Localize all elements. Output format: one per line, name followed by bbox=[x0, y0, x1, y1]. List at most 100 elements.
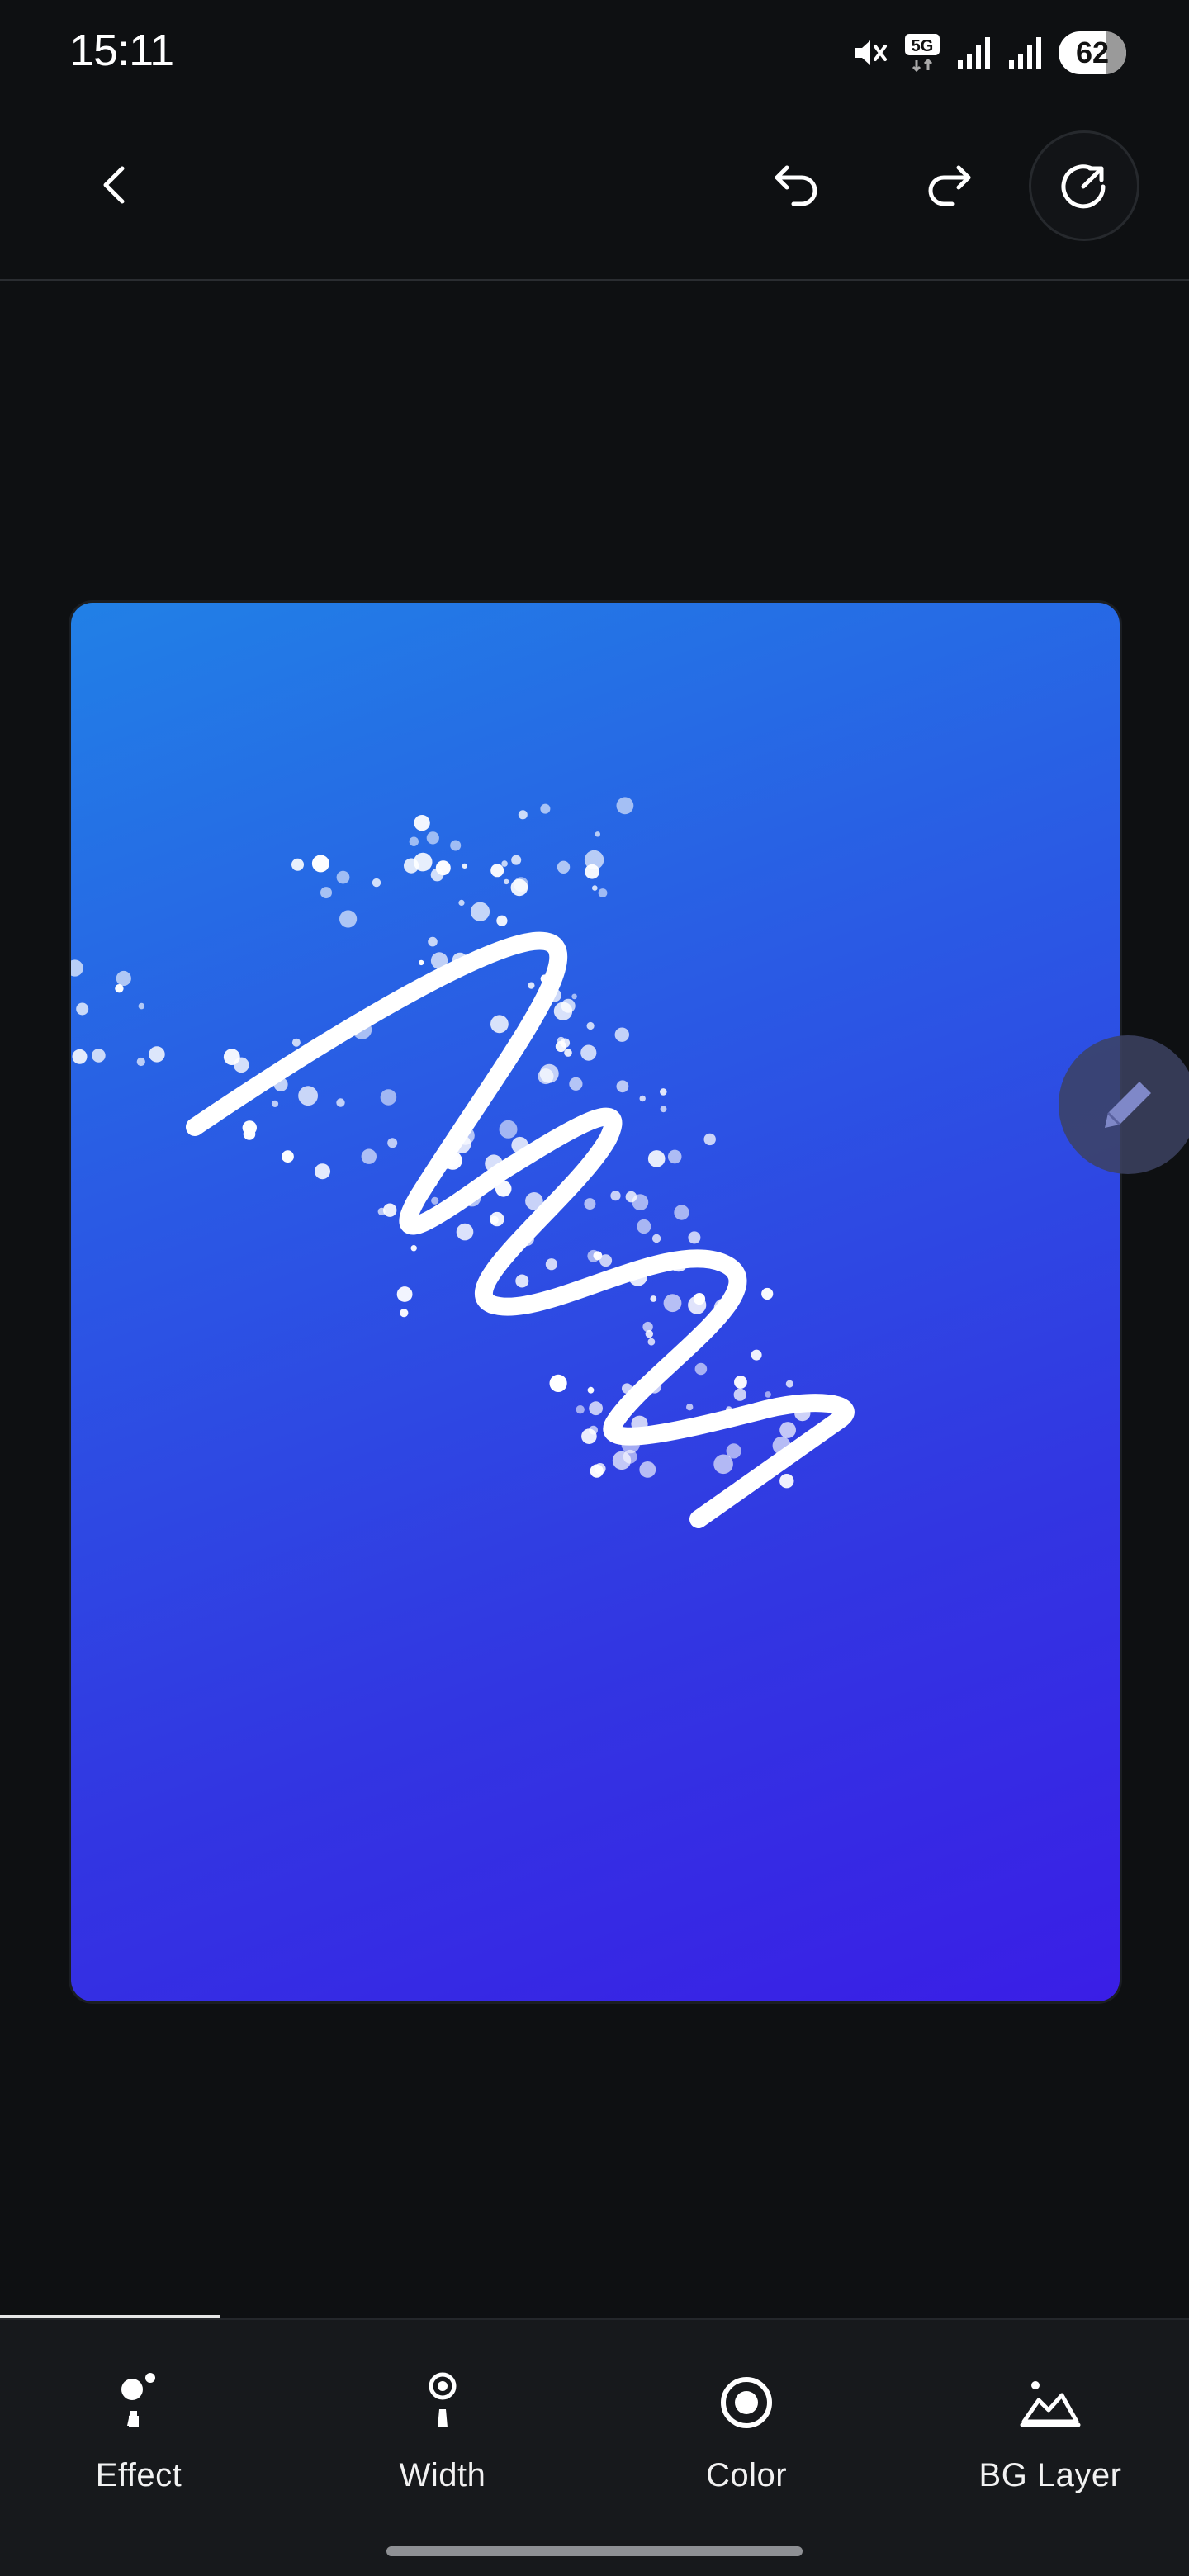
tab-bg-layer[interactable]: BG Layer bbox=[926, 2370, 1174, 2526]
sparkle-particle bbox=[76, 1002, 89, 1016]
tab-color-label: Color bbox=[705, 2457, 788, 2493]
sparkle-particle bbox=[663, 1294, 682, 1313]
sparkle-particle bbox=[298, 1086, 318, 1106]
mute-icon bbox=[850, 34, 888, 72]
sparkle-particle bbox=[470, 902, 490, 921]
sparkle-particle bbox=[651, 1234, 661, 1243]
sparkle-particle bbox=[610, 1191, 621, 1201]
sparkle-particle bbox=[650, 1295, 657, 1302]
sparkle-particle bbox=[686, 1404, 694, 1411]
tab-color[interactable]: Color bbox=[623, 2370, 870, 2526]
redo-button[interactable] bbox=[907, 144, 989, 226]
sparkle-particle bbox=[380, 1089, 397, 1106]
sparkle-particle bbox=[428, 936, 438, 947]
status-time: 15:11 bbox=[69, 26, 174, 75]
undo-icon bbox=[775, 165, 817, 206]
bg-layer-icon bbox=[1020, 2381, 1081, 2427]
sparkle-particle bbox=[647, 1150, 666, 1167]
sparkle-particle bbox=[528, 982, 535, 989]
sparkle-particle bbox=[431, 1196, 439, 1205]
sparkle-particle bbox=[557, 860, 571, 874]
sparkle-particle bbox=[450, 840, 462, 851]
sparkle-particle bbox=[383, 1203, 397, 1217]
status-bar: 15:11 5G 62 bbox=[0, 0, 1189, 116]
scribble-stroke bbox=[186, 931, 855, 1528]
signal-icon bbox=[1007, 36, 1044, 70]
sparkle-particle bbox=[409, 836, 419, 846]
sparkle-particle bbox=[545, 1258, 558, 1271]
sparkle-particle bbox=[703, 1133, 716, 1146]
sparkle-particle bbox=[514, 877, 528, 893]
sparkle-particle bbox=[504, 878, 509, 885]
redo-icon bbox=[928, 165, 971, 206]
sparkle-particle bbox=[779, 1474, 794, 1489]
sparkle-particle bbox=[149, 1046, 165, 1063]
width-icon bbox=[429, 2372, 457, 2427]
tab-width[interactable]: Width bbox=[319, 2370, 566, 2526]
pencil-icon bbox=[1105, 1082, 1151, 1128]
sparkle-particle bbox=[315, 1163, 330, 1180]
undo-button[interactable] bbox=[756, 144, 839, 226]
drawing-canvas[interactable] bbox=[71, 603, 1120, 2001]
tab-effect[interactable]: Effect bbox=[15, 2370, 263, 2526]
sparkle-particle bbox=[511, 855, 522, 865]
sparkle-particle bbox=[598, 888, 608, 897]
sparkle-particle bbox=[458, 899, 465, 906]
sparkle-particle bbox=[320, 887, 332, 899]
sparkle-particle bbox=[419, 959, 424, 966]
sparkle-particle bbox=[339, 910, 358, 928]
back-icon bbox=[103, 166, 125, 204]
sparkle-particle bbox=[116, 970, 131, 987]
sparkle-particle bbox=[490, 1015, 509, 1034]
sparkle-particle bbox=[584, 1198, 596, 1210]
sparkle-particle bbox=[291, 858, 304, 871]
sparkle-particle bbox=[136, 1057, 145, 1067]
back-button[interactable] bbox=[74, 144, 157, 226]
sparkle-particle bbox=[569, 1077, 583, 1091]
sparkle-particle bbox=[501, 860, 508, 867]
export-icon bbox=[1061, 164, 1106, 209]
sparkle-particles bbox=[71, 797, 811, 1489]
sparkle-particle bbox=[726, 1443, 741, 1459]
sparkle-particle bbox=[410, 1245, 417, 1252]
sparkle-particle bbox=[515, 1274, 529, 1288]
sparkle-particle bbox=[71, 959, 83, 977]
sparkle-particle bbox=[647, 1338, 656, 1346]
sparkle-particle bbox=[413, 852, 433, 872]
color-icon bbox=[721, 2377, 772, 2428]
sparkle-particle bbox=[779, 1422, 796, 1438]
sparkle-particle bbox=[490, 1211, 504, 1227]
sparkle-particle bbox=[336, 870, 350, 884]
sparkle-particle bbox=[616, 797, 634, 815]
sparkle-particle bbox=[499, 1120, 518, 1139]
sparkle-particle bbox=[538, 1068, 554, 1085]
sparkle-particle bbox=[751, 1349, 762, 1361]
sparkle-particle bbox=[616, 1080, 629, 1093]
sparkle-particle bbox=[592, 885, 598, 891]
sparkle-particle bbox=[518, 810, 528, 820]
sparkle-particle bbox=[72, 1049, 88, 1064]
sparkle-particle bbox=[590, 1464, 604, 1478]
bottom-tab-bar: Effect Width Color BG Layer bbox=[0, 2315, 1189, 2576]
sparkle-particle bbox=[115, 984, 124, 993]
sparkle-particle bbox=[674, 1205, 689, 1220]
sparkle-particle bbox=[587, 1386, 594, 1394]
5g-icon: 5G bbox=[903, 32, 941, 73]
sparkle-particle bbox=[584, 850, 604, 870]
tab-bg-layer-label: BG Layer bbox=[978, 2457, 1122, 2493]
sparkle-particle bbox=[282, 1150, 294, 1163]
sparkle-particle bbox=[660, 1088, 667, 1096]
sparkle-particle bbox=[336, 1098, 345, 1107]
pencil-tool-button[interactable] bbox=[1059, 1035, 1189, 1174]
status-icons: 5G 62 bbox=[850, 31, 1126, 74]
export-button[interactable] bbox=[1029, 130, 1139, 241]
battery-icon: 62 bbox=[1059, 31, 1126, 74]
canvas-artwork bbox=[71, 797, 855, 1528]
sparkle-particle bbox=[540, 803, 551, 814]
sparkle-particle bbox=[234, 1057, 249, 1073]
home-indicator[interactable] bbox=[386, 2546, 803, 2556]
sparkle-particle bbox=[311, 855, 329, 873]
sparkle-particle bbox=[637, 1219, 651, 1234]
battery-level: 62 bbox=[1075, 36, 1110, 69]
tab-width-label: Width bbox=[399, 2457, 486, 2493]
